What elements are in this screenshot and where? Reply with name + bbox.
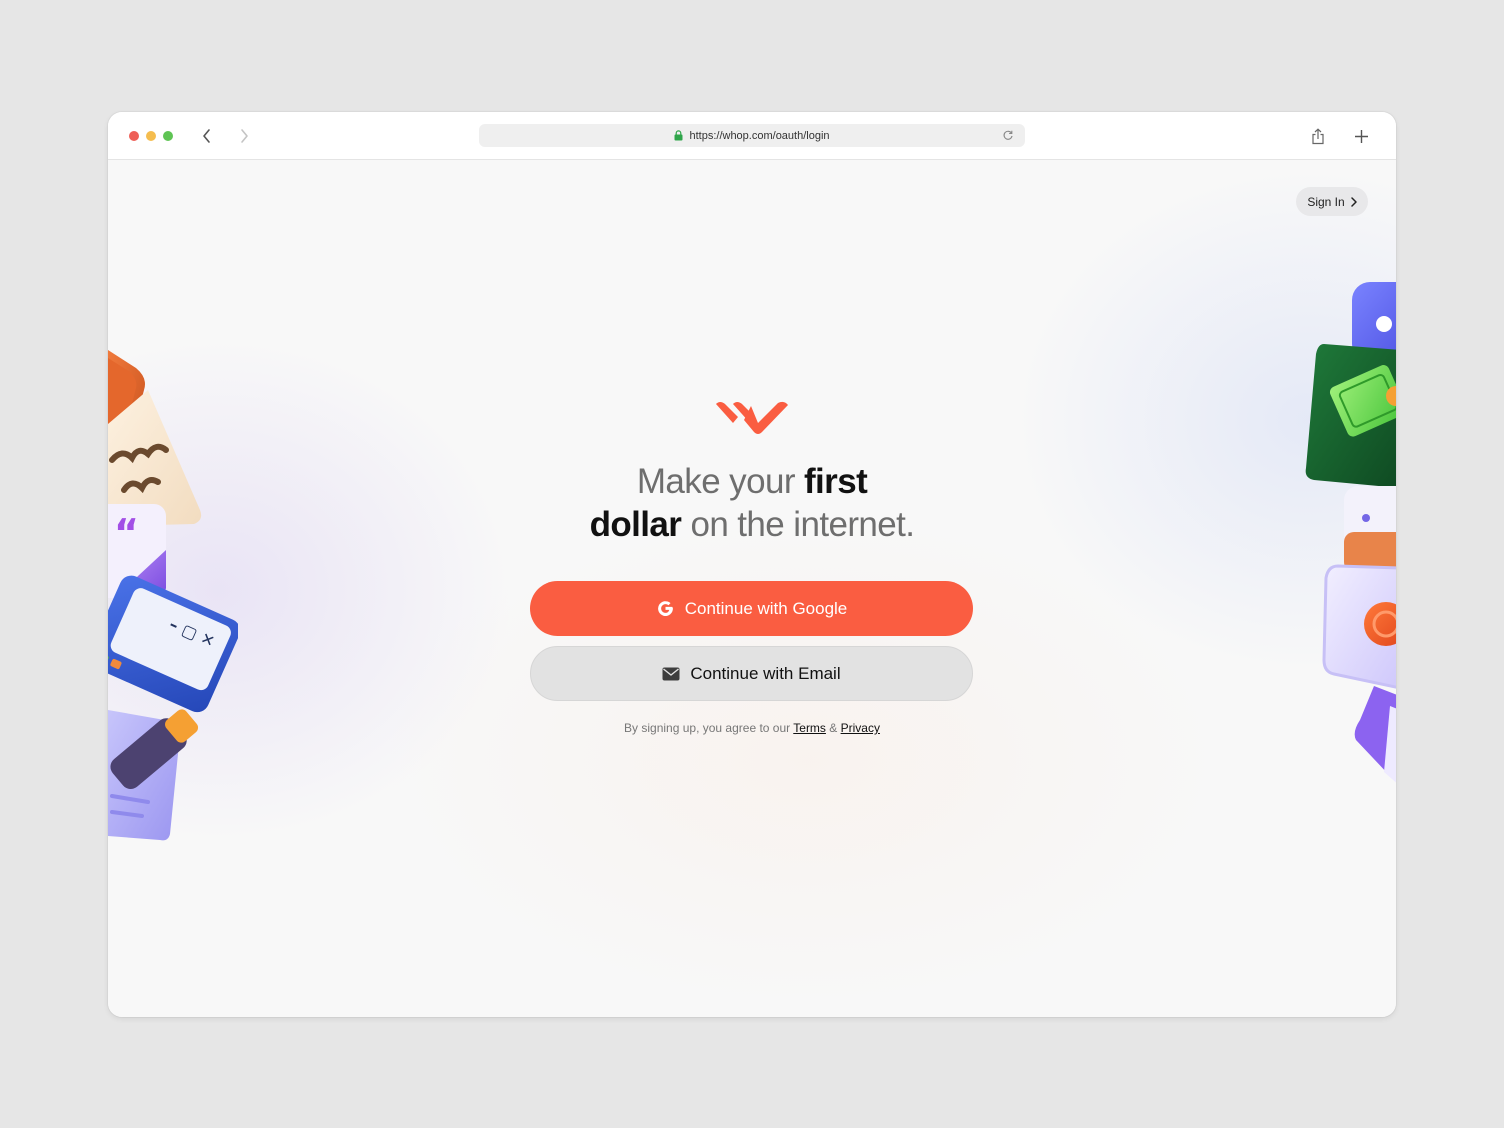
minimize-window-button[interactable] (146, 131, 156, 141)
decorative-icons-left-illustration: “ – ▢ ✕ (108, 350, 238, 841)
whop-logo-icon (716, 401, 788, 434)
privacy-link[interactable]: Privacy (841, 721, 880, 735)
url-text: https://whop.com/oauth/login (689, 129, 830, 142)
svg-text:“: “ (114, 511, 139, 555)
legal-separator-text: & (825, 721, 841, 735)
reload-icon[interactable] (1002, 129, 1014, 141)
maximize-window-button[interactable] (163, 131, 173, 141)
plus-icon (1354, 129, 1368, 143)
envelope-icon (662, 667, 680, 681)
headline-strong-text: dollar (589, 505, 682, 544)
sign-in-button[interactable]: Sign In (1296, 187, 1368, 216)
chevron-right-icon (241, 129, 248, 143)
sign-in-label: Sign In (1307, 194, 1345, 209)
headline-light-text: Make your (636, 462, 804, 501)
browser-toolbar: https://whop.com/oauth/login (108, 112, 1396, 160)
email-button-label: Continue with Email (690, 663, 841, 683)
terms-link[interactable]: Terms (793, 721, 826, 735)
chevron-right-icon (1350, 196, 1357, 207)
forward-button[interactable] (233, 125, 255, 147)
back-button[interactable] (196, 125, 218, 147)
browser-window: https://whop.com/oauth/login “ – ▢ ✕ Sig… (108, 112, 1396, 1017)
headline-strong-text: first (804, 462, 868, 501)
google-icon (656, 599, 675, 618)
new-tab-button[interactable] (1350, 125, 1372, 147)
close-window-button[interactable] (129, 131, 139, 141)
share-icon (1312, 127, 1324, 144)
share-button[interactable] (1307, 125, 1329, 147)
headline-light-text: on the internet. (681, 505, 915, 544)
headline-line-2: dollar on the internet. (502, 503, 1002, 546)
continue-with-email-button[interactable]: Continue with Email (530, 646, 973, 701)
legal-notice: By signing up, you agree to our Terms & … (502, 721, 1002, 735)
lock-icon (674, 130, 683, 141)
headline-line-1: Make your first (502, 460, 1002, 503)
address-bar[interactable]: https://whop.com/oauth/login (479, 124, 1025, 147)
continue-with-google-button[interactable]: Continue with Google (530, 581, 973, 636)
page-content: “ – ▢ ✕ Sign In Make your first dollar o… (108, 160, 1396, 1017)
decorative-icons-right-illustration (1305, 282, 1396, 783)
page-headline: Make your first dollar on the internet. (502, 460, 1002, 546)
legal-prefix-text: By signing up, you agree to our (624, 721, 794, 735)
chevron-left-icon (203, 129, 210, 143)
google-button-label: Continue with Google (684, 598, 848, 618)
